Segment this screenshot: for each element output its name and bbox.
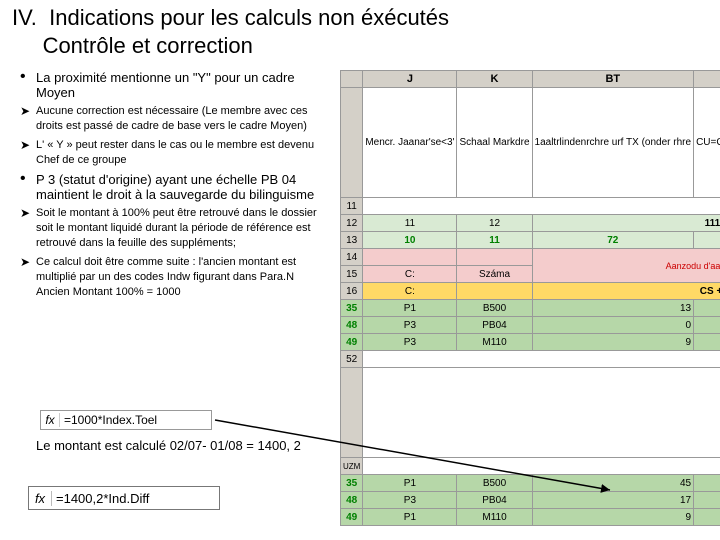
title-line1: Indications pour les calculs non éxécuté… — [49, 5, 449, 30]
slide: IV. Indications pour les calculs non éxé… — [0, 0, 720, 540]
rotated-header-row: Bilinguisme A.v Onk Sat — [341, 368, 720, 458]
fx-icon: fx — [29, 491, 52, 506]
table-row: 13 10 11 72 73 74 75 84 85 111 — [341, 232, 720, 249]
list-item: •P 3 (statut d'origine) ayant une échell… — [20, 172, 330, 202]
table-row: 35 P1B500 13174,02 588,75 61.273,86 — [341, 300, 720, 317]
table-row: 49 P3M110 933,42 37.925,46 — [341, 334, 720, 351]
table-row: 48 P3PB04 040,47 4 bedrag #VALUE! — [341, 317, 720, 334]
spreadsheet-table: J K BT BU BV BW CF CG DG Mencr. Jaanar's… — [340, 70, 720, 526]
table-row: UZM — [341, 458, 720, 475]
calc-note: Le montant est calculé 02/07- 01/08 = 14… — [36, 438, 316, 453]
list-item: ➤Soit le montant à 100% peut être retrou… — [20, 206, 330, 251]
title-num: IV. — [12, 5, 37, 30]
formula-1-text: =1000*Index.Toel — [60, 413, 157, 427]
table-row: 52 — [341, 351, 720, 368]
formula-bar-1: fx =1000*Index.Toel — [40, 410, 212, 430]
list-item: ➤Ce calcul doit être comme suite : l'anc… — [20, 255, 330, 300]
table-row: 49 P1M110 936.72 37.925,46 — [341, 509, 720, 526]
bullet-list: •La proximité mentionne un "Y" pour un c… — [20, 70, 330, 304]
table-row: 16 C: CS + CU->CW TV UZ/WZ SC/SI 22.260,… — [341, 283, 720, 300]
table-row: 12 11 12 11108-7 11101-3 11101-70 — [341, 215, 720, 232]
fx-icon: fx — [41, 413, 60, 427]
rotated-header-row: Mencr. Jaanar'se<3' Schaal Markdre 1aalt… — [341, 88, 720, 198]
table-row: 14 Aanzodu d'aantal wordt berekend Bedra… — [341, 249, 720, 266]
formula-2-text: =1400,2*Ind.Diff — [52, 491, 149, 506]
col-header-row: J K BT BU BV BW CF CG DG — [341, 71, 720, 88]
slide-title: IV. Indications pour les calculs non éxé… — [12, 4, 449, 60]
spreadsheet-screenshot: J K BT BU BV BW CF CG DG Mencr. Jaanar's… — [340, 70, 718, 530]
title-line2: Contrôle et correction — [43, 33, 253, 58]
table-row: 35 P1B500 45174,02 688,76 51.273,85 — [341, 475, 720, 492]
list-item: •La proximité mentionne un "Y" pour un c… — [20, 70, 330, 100]
table-row: 11 — [341, 198, 720, 215]
list-item: ➤L' « Y » peut rester dans le cas ou le … — [20, 138, 330, 168]
formula-bar-2: fx =1400,2*Ind.Diff — [28, 486, 220, 510]
table-row: 48 P3PB04 1740,47 4 56.360,37 — [341, 492, 720, 509]
list-item: ➤Aucune correction est nécessaire (Le me… — [20, 104, 330, 134]
